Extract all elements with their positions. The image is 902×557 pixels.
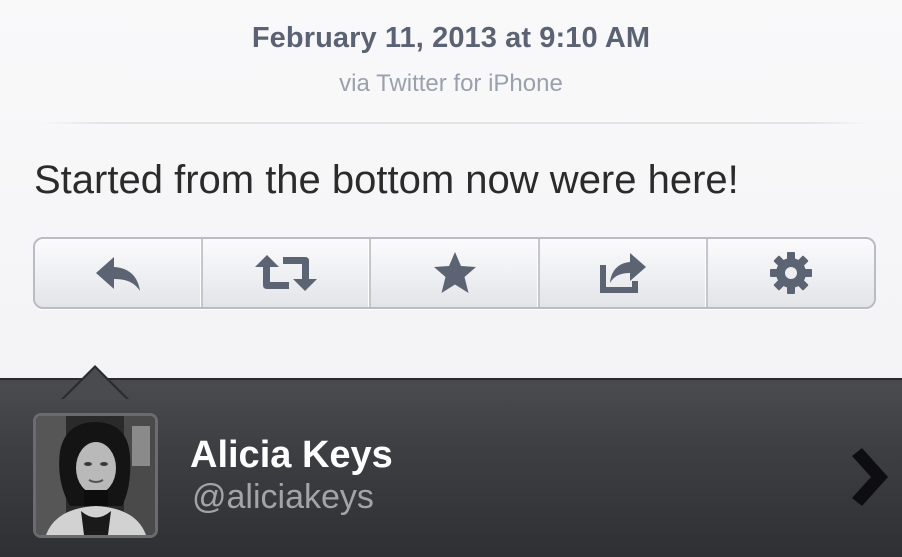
share-button[interactable] (540, 239, 708, 307)
tweet-detail-panel: February 11, 2013 at 9:10 AM via Twitter… (0, 0, 902, 385)
tweet-text: Started from the bottom now were here! (34, 158, 739, 202)
avatar[interactable] (33, 413, 158, 538)
reply-button[interactable] (35, 239, 204, 307)
profile-photo (36, 416, 155, 535)
user-name[interactable]: Alicia Keys (190, 434, 393, 477)
tweet-action-bar (33, 237, 876, 309)
divider (40, 122, 870, 124)
tweet-timestamp: February 11, 2013 at 9:10 AM (251, 22, 651, 54)
favorite-button[interactable] (371, 239, 540, 307)
settings-button[interactable] (708, 239, 874, 307)
retweet-button[interactable] (203, 239, 372, 307)
user-handle[interactable]: @aliciakeys (192, 478, 374, 517)
star-icon (433, 252, 476, 293)
reply-icon (96, 257, 141, 291)
share-icon (599, 253, 646, 293)
retweet-icon (255, 255, 318, 291)
gear-icon (769, 252, 812, 294)
tweet-source[interactable]: via Twitter for iPhone (0, 70, 902, 98)
pointer-arrow-fill (63, 368, 127, 400)
chevron-right-icon[interactable] (846, 448, 890, 511)
